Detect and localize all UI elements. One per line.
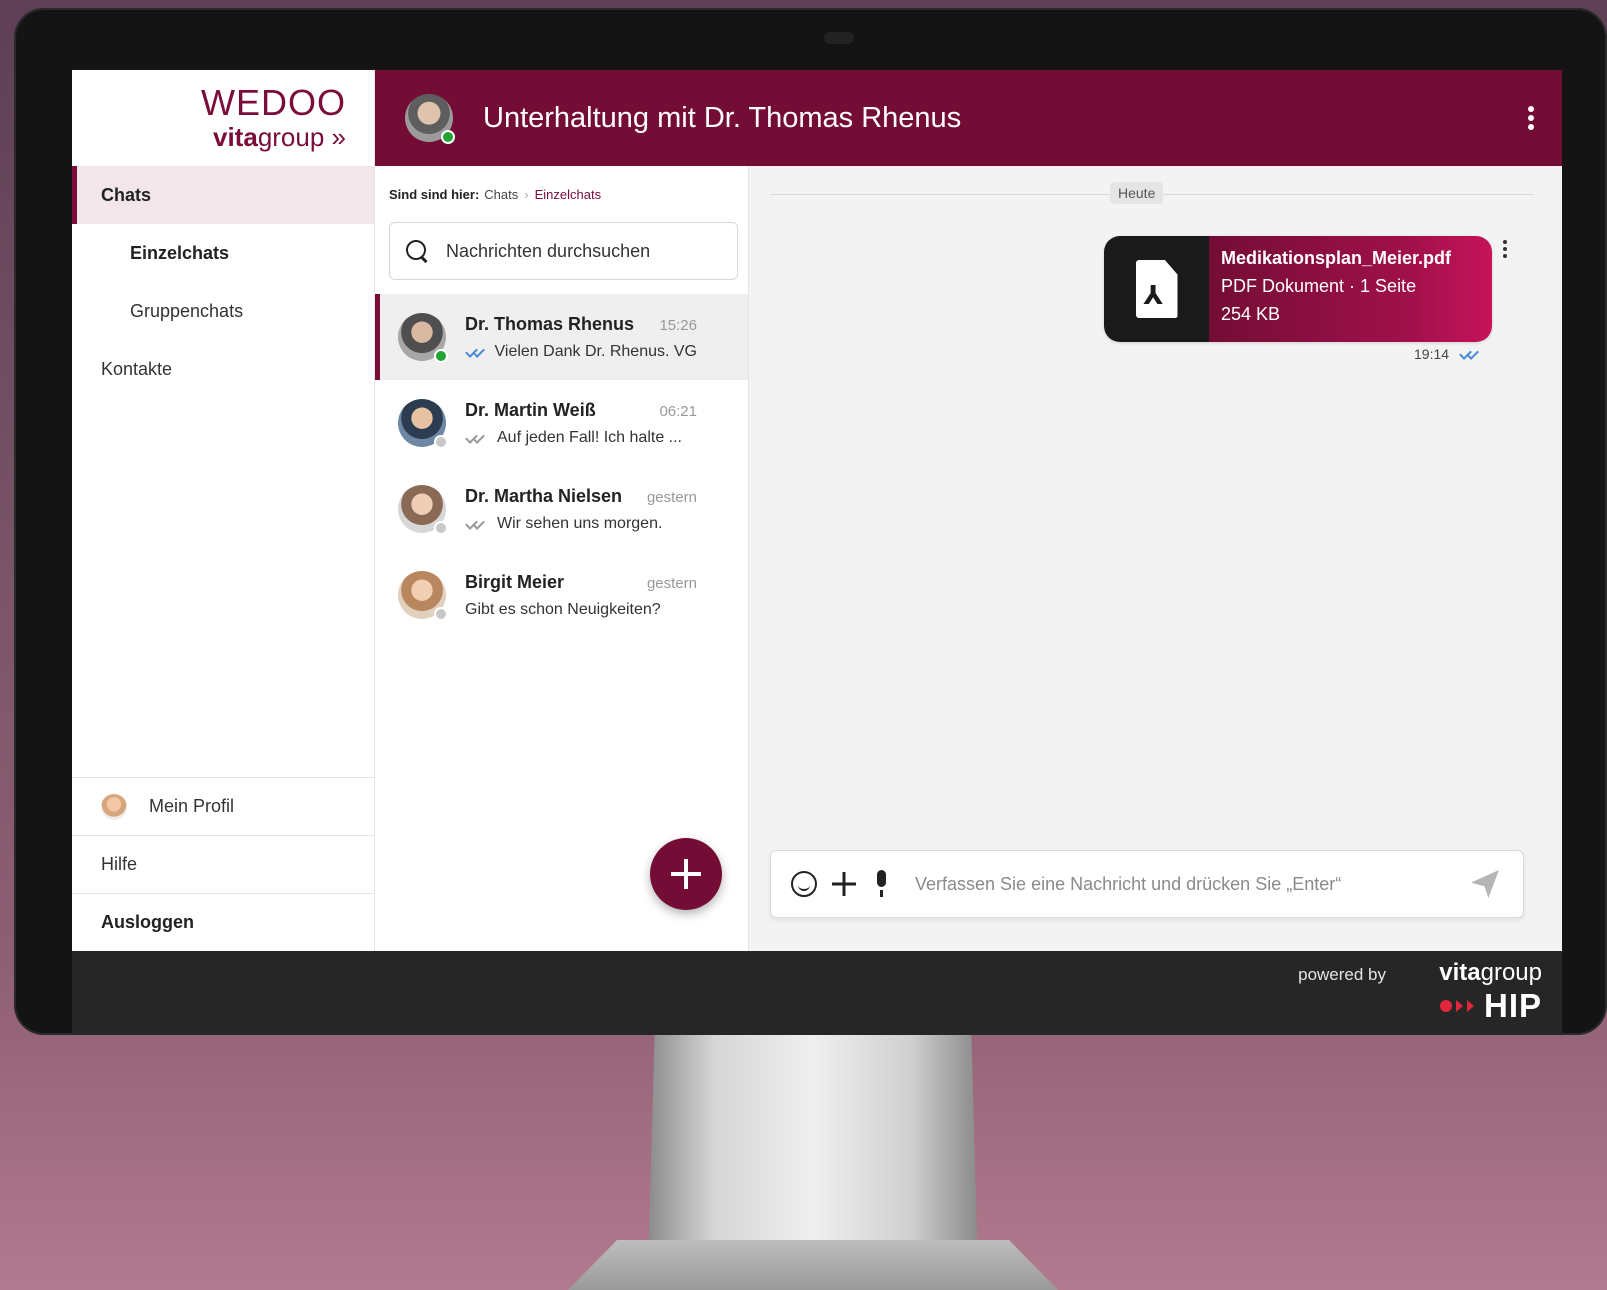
- camera: [824, 32, 854, 44]
- monitor-stand: [648, 1035, 978, 1270]
- sidebar-item-kontakte[interactable]: Kontakte: [72, 340, 374, 398]
- chat-list-item[interactable]: Dr. Martha Nielsen gestern Wir sehen uns…: [375, 466, 748, 552]
- sidebar: WEDOO vitagroup » Chats Einzelchats Grup…: [72, 70, 375, 951]
- chat-time: gestern: [646, 574, 697, 592]
- read-ticks-icon: [1459, 347, 1483, 360]
- message-options-icon[interactable]: [1503, 240, 1508, 261]
- chat-list-item[interactable]: Dr. Thomas Rhenus 15:26 Vielen Dank Dr. …: [375, 294, 748, 380]
- last-message: Vielen Dank Dr. Rhenus. VG: [494, 342, 697, 360]
- profile-avatar: [101, 793, 127, 820]
- avatar: [398, 571, 448, 621]
- breadcrumb-current: Einzelchats: [534, 186, 602, 202]
- last-message: Wir sehen uns morgen.: [497, 514, 663, 532]
- online-status-dot: [434, 349, 448, 363]
- new-chat-button[interactable]: [650, 838, 722, 910]
- profile-label: Mein Profil: [149, 796, 235, 816]
- avatar: [398, 399, 448, 449]
- message-input[interactable]: [915, 873, 1471, 895]
- search-placeholder: Nachrichten durchsuchen: [446, 240, 651, 261]
- chat-list-item[interactable]: Dr. Martin Weiß 06:21 Auf jeden Fall! Ic…: [375, 380, 748, 466]
- chat-time: 15:26: [659, 316, 697, 334]
- chat-list-item[interactable]: Birgit Meier gestern Gibt es schon Neuig…: [375, 552, 748, 638]
- chat-list-panel: Sind sind hier: Chats › Einzelchats Nach…: [375, 166, 748, 951]
- day-label: Heute: [1110, 182, 1164, 204]
- breadcrumb: Sind sind hier: Chats › Einzelchats: [375, 166, 748, 222]
- brand-logo[interactable]: WEDOO vitagroup »: [72, 70, 374, 166]
- contact-name: Birgit Meier: [465, 571, 565, 592]
- hip-dots-icon: [1439, 1000, 1478, 1012]
- microphone-icon[interactable]: [871, 870, 891, 898]
- file-message[interactable]: ⅄ Medikationsplan_Meier.pdf PDF Dokument…: [1104, 236, 1492, 342]
- footer: powered by vitagroup HIP: [72, 951, 1562, 1035]
- hip-logo: HIP: [1439, 987, 1542, 1025]
- file-name: Medikationsplan_Meier.pdf: [1221, 248, 1452, 268]
- app-screen: WEDOO vitagroup » Chats Einzelchats Grup…: [72, 70, 1562, 1035]
- last-message: Auf jeden Fall! Ich halte ...: [497, 428, 682, 446]
- breadcrumb-parent[interactable]: Chats: [484, 187, 518, 202]
- emoji-icon[interactable]: [791, 871, 817, 897]
- message-composer: [770, 850, 1524, 918]
- logout-button[interactable]: Ausloggen: [72, 893, 374, 951]
- avatar[interactable]: [405, 94, 455, 144]
- offline-status-dot: [434, 521, 448, 535]
- pdf-file-icon: ⅄: [1104, 236, 1209, 342]
- last-message: Gibt es schon Neuigkeiten?: [465, 600, 661, 618]
- send-icon[interactable]: [1471, 870, 1499, 898]
- contact-name: Dr. Martha Nielsen: [465, 485, 623, 506]
- message-timestamp: 19:14: [1414, 346, 1483, 362]
- delivered-ticks-icon: [465, 516, 489, 530]
- sidebar-item-gruppenchats[interactable]: Gruppenchats: [72, 282, 374, 340]
- powered-by-label: powered by: [1298, 965, 1386, 984]
- chat-time: 06:21: [659, 402, 697, 420]
- sidebar-item-help[interactable]: Hilfe: [72, 835, 374, 893]
- vitagroup-logo: vitagroup: [1439, 959, 1542, 986]
- more-options-icon[interactable]: [1528, 106, 1534, 133]
- chevron-right-icon: ›: [524, 186, 529, 202]
- read-ticks-icon: [465, 344, 487, 358]
- online-status-dot: [441, 130, 455, 144]
- avatar: [398, 485, 448, 535]
- sidebar-bottom: Mein Profil Hilfe Ausloggen: [72, 777, 374, 951]
- search-input[interactable]: Nachrichten durchsuchen: [389, 222, 738, 280]
- conversation-panel: Heute ⅄ Medikationsplan_Meier.pdf PDF Do…: [748, 166, 1562, 951]
- contact-name: Dr. Thomas Rhenus: [465, 313, 635, 334]
- sidebar-item-einzelchats[interactable]: Einzelchats: [72, 224, 374, 282]
- page-title: Unterhaltung mit Dr. Thomas Rhenus: [483, 101, 962, 134]
- contact-name: Dr. Martin Weiß: [465, 399, 596, 420]
- file-meta: PDF Dokument · 1 Seite: [1221, 276, 1417, 296]
- conversation-header: Unterhaltung mit Dr. Thomas Rhenus: [375, 70, 1562, 166]
- avatar: [398, 313, 448, 363]
- offline-status-dot: [434, 435, 448, 449]
- delivered-ticks-icon: [465, 430, 489, 444]
- chat-time: gestern: [646, 488, 697, 506]
- day-separator: Heute: [770, 182, 1534, 206]
- breadcrumb-prefix: Sind sind hier:: [389, 186, 480, 202]
- file-size: 254 KB: [1221, 304, 1281, 324]
- logo-subtitle: vitagroup »: [213, 122, 346, 152]
- search-icon: [406, 240, 428, 262]
- logo-title: WEDOO: [201, 82, 346, 123]
- attach-plus-icon[interactable]: [831, 871, 857, 897]
- offline-status-dot: [434, 607, 448, 621]
- sidebar-item-profile[interactable]: Mein Profil: [72, 777, 374, 835]
- monitor-base: [568, 1240, 1058, 1290]
- sidebar-item-chats[interactable]: Chats: [72, 166, 374, 224]
